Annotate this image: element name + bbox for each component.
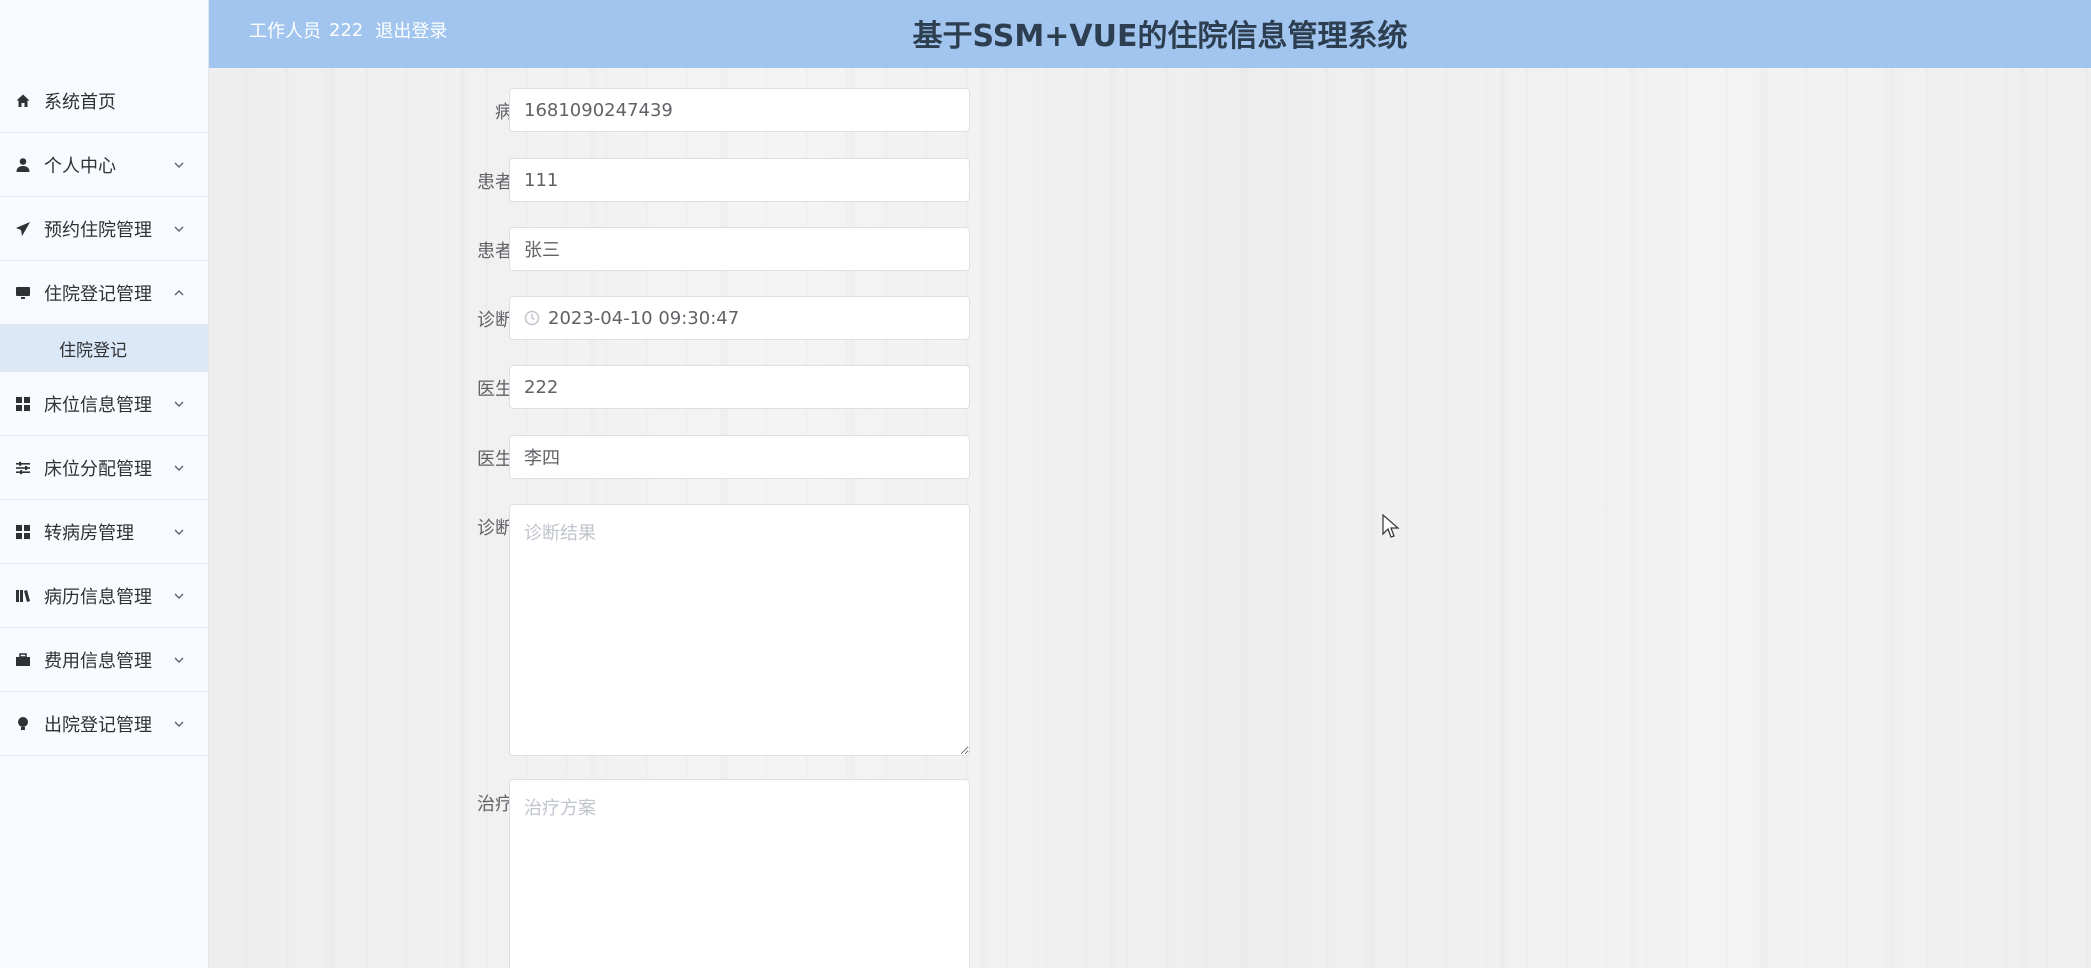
- sidebar-item-reservation[interactable]: 预约住院管理: [0, 197, 208, 261]
- sidebar-menu: 系统首页 个人中心 预约住院管理 住院登记管理 住院登记 床位信息管理 床位分配…: [0, 69, 208, 756]
- sidebar-item-label: 床位分配管理: [44, 458, 152, 480]
- sidebar-item-label: 出院登记管理: [44, 714, 152, 736]
- sidebar-item-profile[interactable]: 个人中心: [0, 133, 208, 197]
- briefcase-icon: [14, 651, 32, 669]
- doctor-id-input[interactable]: 222: [509, 365, 970, 409]
- sidebar-item-label: 住院登记管理: [44, 283, 152, 305]
- sidebar-item-fees[interactable]: 费用信息管理: [0, 628, 208, 692]
- sidebar-item-ward-transfer[interactable]: 转病房管理: [0, 500, 208, 564]
- user-icon: [14, 156, 32, 174]
- books-icon: [14, 587, 32, 605]
- sidebar-item-label: 费用信息管理: [44, 650, 152, 672]
- treatment-plan-textarea[interactable]: [509, 779, 970, 968]
- doctor-name-input[interactable]: 李四: [509, 435, 970, 479]
- send-icon: [14, 220, 32, 238]
- sidebar-item-label: 转病房管理: [44, 522, 134, 544]
- sidebar-item-home[interactable]: 系统首页: [0, 69, 208, 133]
- grid-icon: [14, 523, 32, 541]
- monitor-icon: [14, 284, 32, 302]
- diagnosis-time-value: 2023-04-10 09:30:47: [548, 307, 740, 329]
- main-content: 病历号 1681090247439 患者账号 111 患者姓名 张三 诊断时间 …: [209, 68, 2091, 968]
- chevron-down-icon: [174, 399, 184, 409]
- patient-name-input[interactable]: 张三: [509, 227, 970, 271]
- clock-icon: [524, 310, 540, 326]
- sidebar-item-admission[interactable]: 住院登记管理: [0, 261, 208, 325]
- sidebar: 系统首页 个人中心 预约住院管理 住院登记管理 住院登记 床位信息管理 床位分配…: [0, 0, 209, 968]
- sliders-icon: [14, 459, 32, 477]
- sidebar-item-bed-info[interactable]: 床位信息管理: [0, 372, 208, 436]
- sidebar-item-label: 预约住院管理: [44, 219, 152, 241]
- page-title: 基于SSM+VUE的住院信息管理系统: [912, 19, 1408, 54]
- chevron-down-icon: [174, 719, 184, 729]
- chevron-down-icon: [174, 463, 184, 473]
- record-no-input[interactable]: 1681090247439: [509, 88, 970, 132]
- sidebar-item-label: 个人中心: [44, 155, 116, 177]
- sidebar-item-label: 病历信息管理: [44, 586, 152, 608]
- sidebar-item-bed-allocation[interactable]: 床位分配管理: [0, 436, 208, 500]
- grid-icon: [14, 395, 32, 413]
- top-header: 工作人员 222 退出登录 基于SSM+VUE的住院信息管理系统: [209, 0, 2091, 68]
- sidebar-item-medical-records[interactable]: 病历信息管理: [0, 564, 208, 628]
- chevron-down-icon: [174, 224, 184, 234]
- chevron-down-icon: [174, 655, 184, 665]
- sidebar-item-label: 床位信息管理: [44, 394, 152, 416]
- chevron-up-icon: [174, 288, 184, 298]
- bulb-icon: [14, 715, 32, 733]
- submenu-item-admission-register[interactable]: 住院登记: [0, 325, 208, 372]
- chevron-down-icon: [174, 591, 184, 601]
- sidebar-item-discharge[interactable]: 出院登记管理: [0, 692, 208, 756]
- chevron-down-icon: [174, 160, 184, 170]
- diagnosis-result-textarea[interactable]: [509, 504, 970, 756]
- patient-account-input[interactable]: 111: [509, 158, 970, 202]
- sidebar-item-label: 系统首页: [44, 91, 116, 113]
- home-icon: [14, 92, 32, 110]
- chevron-down-icon: [174, 527, 184, 537]
- diagnosis-time-picker[interactable]: 2023-04-10 09:30:47: [509, 296, 970, 340]
- mouse-cursor-icon: [1382, 513, 1400, 540]
